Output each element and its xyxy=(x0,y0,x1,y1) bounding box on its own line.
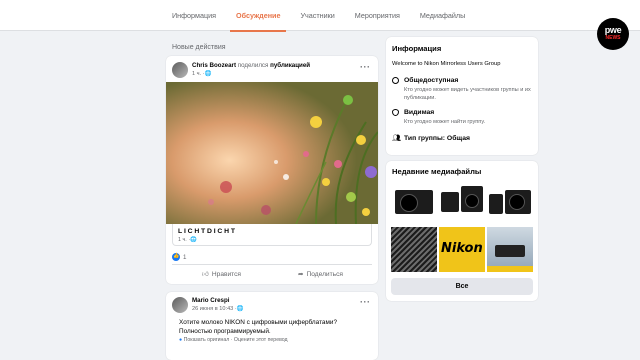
globe-icon: ·🌐 xyxy=(234,306,244,312)
eye-icon xyxy=(392,109,399,116)
more-options-icon[interactable]: ··· xyxy=(360,62,371,72)
reaction-summary[interactable]: 1 xyxy=(172,253,186,261)
globe-icon: ·🌐 xyxy=(188,237,197,243)
tab-3[interactable]: Мероприятия xyxy=(349,0,406,31)
share-icon: ➦ xyxy=(298,271,304,278)
about-card: Информация Welcome to Nikon Mirrorless U… xyxy=(386,37,538,155)
tab-1[interactable]: Обсуждение xyxy=(230,0,287,32)
media-thumbnail[interactable] xyxy=(487,180,533,225)
shared-time-text: 1 ч. xyxy=(178,237,187,243)
author-line: Mario Crespi xyxy=(192,297,229,304)
author-avatar[interactable] xyxy=(172,297,188,313)
see-all-button[interactable]: Все xyxy=(391,278,533,295)
media-thumbnail[interactable]: Nikon xyxy=(439,227,485,272)
people-icon: 👥︎ xyxy=(392,135,401,142)
post-photo[interactable] xyxy=(166,82,378,224)
group-type: Тип группы: Общая xyxy=(404,135,470,142)
like-button[interactable]: 👍︎ Нравится xyxy=(202,270,241,279)
author-name[interactable]: Mario Crespi xyxy=(192,297,229,304)
post-time-text: 26 июня в 10:43 xyxy=(192,306,234,312)
globe-icon: ·🌐 xyxy=(202,71,212,77)
channel-logo: pwe NEWS xyxy=(597,18,629,50)
action-text: поделился xyxy=(237,62,269,69)
post-card: Mario Crespi 26 июня в 10:43 ·🌐 ··· Хоти… xyxy=(166,292,378,360)
media-grid: Nikon xyxy=(391,180,533,272)
privacy-title: Общедоступная xyxy=(404,77,459,84)
more-options-icon[interactable]: ··· xyxy=(360,297,371,307)
group-description: Welcome to Nikon Mirrorless Users Group xyxy=(392,61,501,67)
like-reaction-icon xyxy=(172,253,180,261)
brand-text: Nikon xyxy=(441,241,483,256)
author-name[interactable]: Chris Boozeart xyxy=(192,62,236,69)
post-card: Chris Boozeart поделился публикацией 1 ч… xyxy=(166,56,378,284)
media-title: Недавние медиафайлы xyxy=(392,167,482,176)
translate-icon: ● xyxy=(179,337,183,343)
translation-text: Показать оригинал · Оцените этот перевод xyxy=(183,337,288,343)
post-time[interactable]: 1 ч. ·🌐 xyxy=(192,71,212,77)
shared-source-time: 1 ч. ·🌐 xyxy=(178,237,197,243)
share-label: Поделиться xyxy=(306,270,343,278)
like-label: Нравится xyxy=(211,270,241,278)
post-text: Хотите молоко NIKON с цифровыми цифербла… xyxy=(179,319,337,335)
shared-source-box[interactable]: LICHTDICHT 1 ч. ·🌐 xyxy=(172,224,372,246)
tab-2[interactable]: Участники xyxy=(294,0,340,31)
visibility-title: Видимая xyxy=(404,109,435,116)
media-thumbnail[interactable] xyxy=(391,227,437,272)
group-tab-bar: Информация Обсуждение Участники Мероприятия… xyxy=(0,0,640,32)
logo-subtext: NEWS xyxy=(605,35,621,41)
post-time-text: 1 ч. xyxy=(192,71,202,77)
globe-icon xyxy=(392,77,399,84)
media-thumbnail[interactable] xyxy=(391,180,437,225)
author-avatar[interactable] xyxy=(172,62,188,78)
author-line: Chris Boozeart поделился публикацией xyxy=(192,62,310,69)
recent-media-card: Недавние медиафайлы Nikon Все xyxy=(386,161,538,301)
post-time[interactable]: 26 июня в 10:43 ·🌐 xyxy=(192,306,244,312)
reaction-count: 1 xyxy=(183,253,187,261)
shared-object-link[interactable]: публикацией xyxy=(270,62,310,69)
about-title: Информация xyxy=(392,44,442,53)
visibility-description: Кто угодно может найти группу. xyxy=(404,119,486,125)
shared-source-name[interactable]: LICHTDICHT xyxy=(178,228,237,235)
tab-4[interactable]: Медиафайлы xyxy=(414,0,471,31)
privacy-description: Кто угодно может видеть участников групп… xyxy=(404,87,531,101)
divider xyxy=(172,264,372,265)
thumbs-up-icon: 👍︎ xyxy=(202,271,209,278)
media-thumbnail[interactable] xyxy=(487,227,533,272)
media-thumbnail[interactable] xyxy=(439,180,485,225)
logo-text: pwe xyxy=(604,25,622,35)
tabs: Информация Обсуждение Участники Мероприятия… xyxy=(166,0,479,32)
section-title: Новые действия xyxy=(172,44,226,51)
flowers-image xyxy=(166,82,378,224)
tab-0[interactable]: Информация xyxy=(166,0,222,31)
share-button[interactable]: ➦ Поделиться xyxy=(298,270,343,279)
translation-links[interactable]: ● Показать оригинал · Оцените этот перев… xyxy=(179,337,288,343)
